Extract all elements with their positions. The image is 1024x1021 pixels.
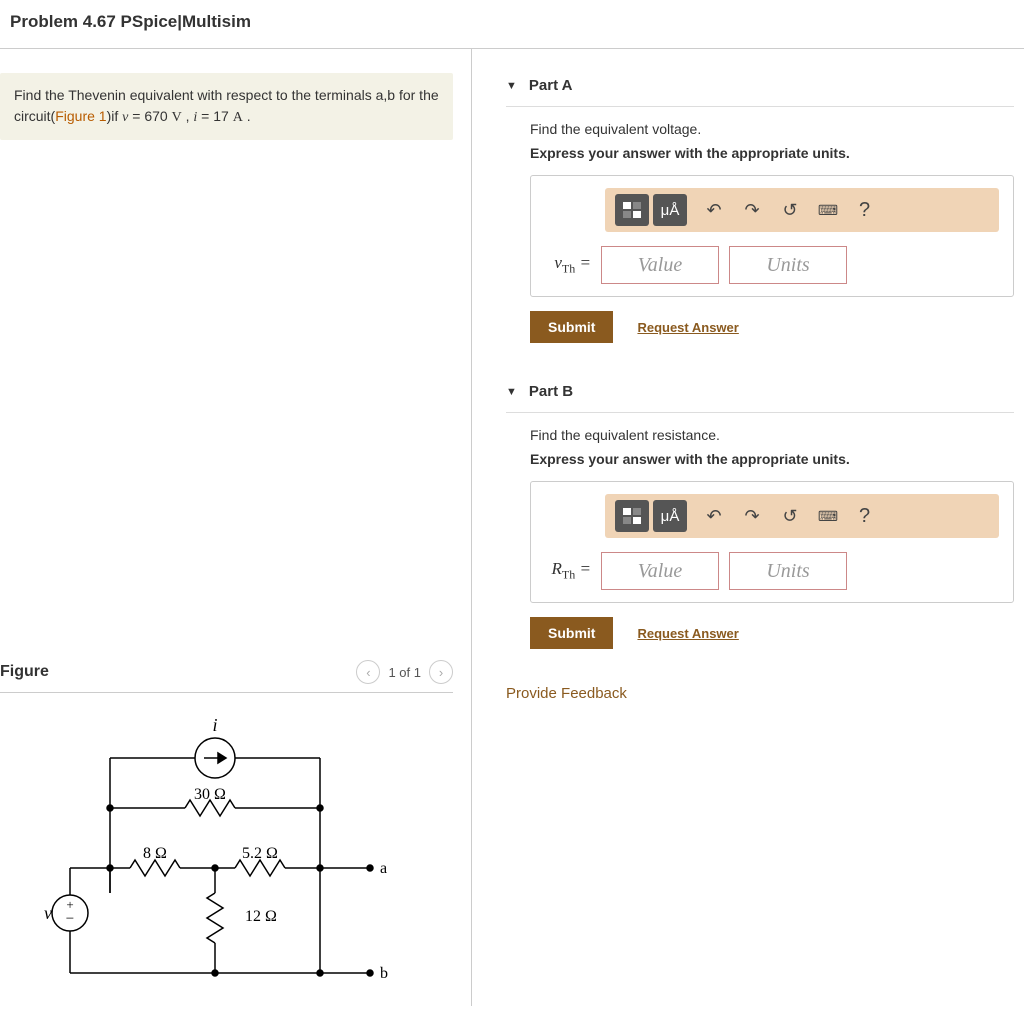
provide-feedback-link[interactable]: Provide Feedback bbox=[506, 685, 1014, 702]
part-a-variable: vTh = bbox=[545, 253, 591, 276]
problem-suffix-1: )if bbox=[107, 108, 123, 124]
help-icon[interactable]: ? bbox=[859, 505, 870, 528]
svg-text:−: − bbox=[66, 911, 74, 927]
part-b-body: Find the equivalent resistance. Express … bbox=[506, 427, 1014, 649]
part-b-header[interactable]: ▼ Part B bbox=[506, 379, 1014, 413]
part-a-answer-box: μÅ ↶ ↷ ↺ ⌨︎ ? vTh = Value Units bbox=[530, 175, 1014, 297]
units-button[interactable]: μÅ bbox=[653, 500, 687, 532]
label-i: i bbox=[212, 715, 217, 735]
label-v: v bbox=[44, 903, 52, 923]
figure-link[interactable]: Figure 1 bbox=[55, 108, 106, 124]
part-b-answer-box: μÅ ↶ ↷ ↺ ⌨︎ ? RTh = Value Units bbox=[530, 481, 1014, 603]
redo-icon[interactable]: ↷ bbox=[741, 199, 763, 221]
part-b-label: Part B bbox=[529, 383, 573, 400]
caret-down-icon: ▼ bbox=[506, 80, 517, 92]
part-b-submit-button[interactable]: Submit bbox=[530, 617, 613, 649]
redo-icon[interactable]: ↷ bbox=[741, 505, 763, 527]
part-a-body: Find the equivalent voltage. Express you… bbox=[506, 121, 1014, 343]
undo-icon[interactable]: ↶ bbox=[703, 199, 725, 221]
keyboard-icon[interactable]: ⌨︎ bbox=[817, 505, 839, 527]
label-r30: 30 Ω bbox=[194, 786, 226, 803]
figure-heading: Figure bbox=[0, 663, 49, 681]
label-r12: 12 Ω bbox=[245, 908, 277, 925]
next-figure-button[interactable]: › bbox=[429, 660, 453, 684]
v-val: = 670 bbox=[128, 108, 171, 124]
keyboard-icon[interactable]: ⌨︎ bbox=[817, 199, 839, 221]
part-b-units-input[interactable]: Units bbox=[729, 552, 847, 590]
sep: , bbox=[182, 108, 194, 124]
part-a-submit-button[interactable]: Submit bbox=[530, 311, 613, 343]
template-icon[interactable] bbox=[615, 194, 649, 226]
i-unit: A bbox=[233, 110, 243, 125]
period: . bbox=[243, 108, 251, 124]
help-icon[interactable]: ? bbox=[859, 199, 870, 222]
figure-page-label: 1 of 1 bbox=[388, 665, 421, 680]
part-a-toolbar: μÅ ↶ ↷ ↺ ⌨︎ ? bbox=[605, 188, 999, 232]
units-button[interactable]: μÅ bbox=[653, 194, 687, 226]
svg-text:+: + bbox=[66, 897, 73, 912]
part-b-toolbar: μÅ ↶ ↷ ↺ ⌨︎ ? bbox=[605, 494, 999, 538]
i-val: = 17 bbox=[197, 108, 232, 124]
problem-title: Problem 4.67 PSpice|Multisim bbox=[0, 0, 1024, 48]
part-b-instruction: Find the equivalent resistance. bbox=[530, 427, 1014, 443]
v-unit: V bbox=[172, 110, 182, 125]
part-b-variable: RTh = bbox=[545, 559, 591, 582]
part-a-bold-instruction: Express your answer with the appropriate… bbox=[530, 145, 1014, 161]
circuit-diagram: + − i 30 Ω 8 Ω 5.2 Ω 12 Ω v a b bbox=[0, 693, 453, 996]
part-b-request-answer-link[interactable]: Request Answer bbox=[637, 626, 738, 641]
part-a-instruction: Find the equivalent voltage. bbox=[530, 121, 1014, 137]
part-b-bold-instruction: Express your answer with the appropriate… bbox=[530, 451, 1014, 467]
reset-icon[interactable]: ↺ bbox=[779, 505, 801, 527]
part-a-label: Part A bbox=[529, 77, 573, 94]
part-a-request-answer-link[interactable]: Request Answer bbox=[637, 320, 738, 335]
part-a-header[interactable]: ▼ Part A bbox=[506, 73, 1014, 107]
part-b-value-input[interactable]: Value bbox=[601, 552, 719, 590]
prev-figure-button[interactable]: ‹ bbox=[356, 660, 380, 684]
figure-pager: ‹ 1 of 1 › bbox=[356, 660, 453, 684]
undo-icon[interactable]: ↶ bbox=[703, 505, 725, 527]
label-b: b bbox=[380, 965, 388, 982]
label-r8: 8 Ω bbox=[143, 845, 167, 862]
part-a-units-input[interactable]: Units bbox=[729, 246, 847, 284]
label-r52: 5.2 Ω bbox=[242, 845, 278, 862]
template-icon[interactable] bbox=[615, 500, 649, 532]
caret-down-icon: ▼ bbox=[506, 386, 517, 398]
reset-icon[interactable]: ↺ bbox=[779, 199, 801, 221]
label-a: a bbox=[380, 860, 387, 877]
part-a-value-input[interactable]: Value bbox=[601, 246, 719, 284]
problem-statement: Find the Thevenin equivalent with respec… bbox=[0, 73, 453, 140]
